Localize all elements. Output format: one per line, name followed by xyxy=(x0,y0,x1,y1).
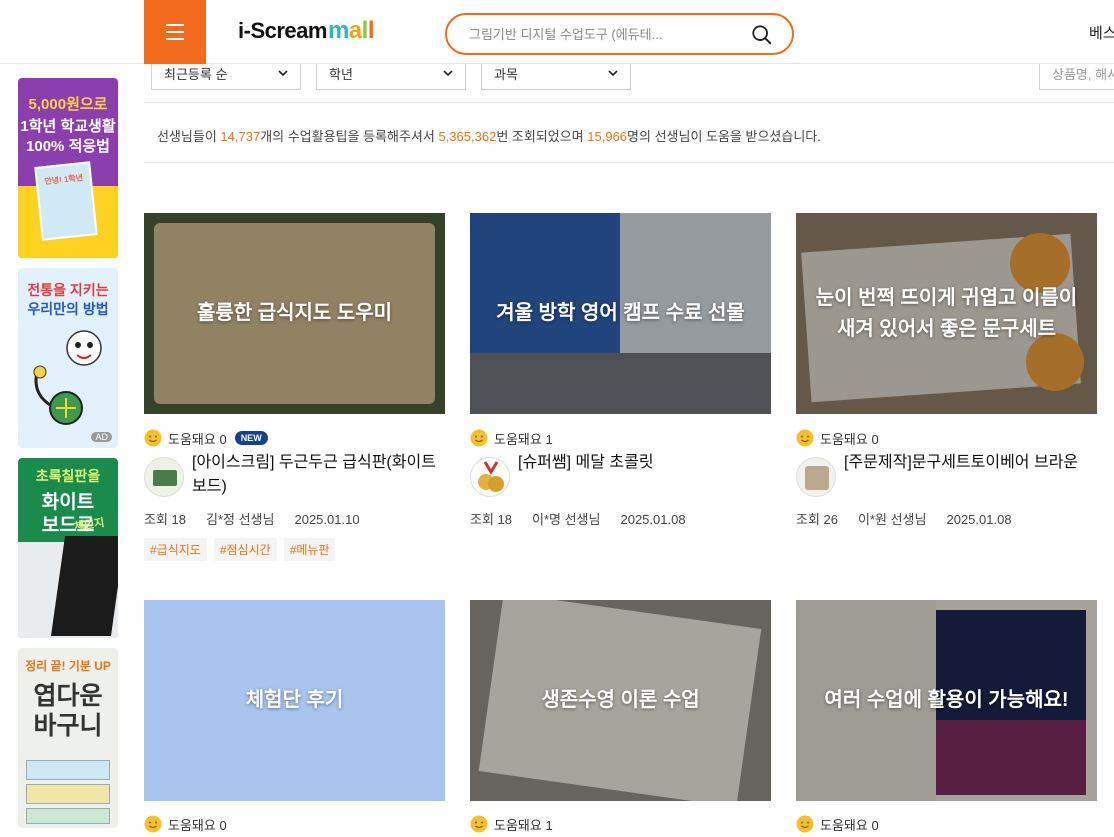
basket-image xyxy=(26,808,110,824)
banner-line: 바구니 xyxy=(33,712,103,740)
menu-icon-bar xyxy=(166,24,184,26)
thumbnail-title: 눈이 번쩍 뜨이게 귀엽고 이름이 새겨 있어서 좋은 문구세트 xyxy=(815,286,1078,340)
side-banner-tradition[interactable]: 전통을 지키는 우리만의 방법 AD xyxy=(18,268,118,448)
statistics-summary: 선생님들이 14,737개의 수업활용팁을 등록해주셔서 5,365,362번 … xyxy=(144,102,1114,163)
chevron-down-icon xyxy=(608,70,618,77)
smile-icon xyxy=(470,429,488,447)
logo-mall: mall xyxy=(327,17,375,44)
card-thumbnail[interactable]: 훌륭한 급식지도 도우미 xyxy=(144,213,445,414)
hashtag[interactable]: #메뉴판 xyxy=(283,538,336,561)
menu-icon-bar xyxy=(166,31,184,33)
helpful-count[interactable]: 도움돼요 0 xyxy=(144,814,227,834)
thumbnail-title: 겨울 방학 영어 캠프 수료 선물 xyxy=(496,302,745,324)
view-count: 5,365,362 xyxy=(438,129,497,144)
basket-image xyxy=(26,784,110,804)
card-thumbnail[interactable]: 체험단 후기 xyxy=(144,600,445,801)
banner-line: 100% 적응법 xyxy=(26,138,110,155)
tip-count: 14,737 xyxy=(220,129,261,144)
side-banner-school-life[interactable]: 5,000원으로 1학년 학교생활 100% 적응법 안녕! 1학년 xyxy=(18,78,118,258)
banner-line: 우리만의 방법 xyxy=(27,301,109,317)
banner-line: 정리 끝! 기분 UP xyxy=(25,659,111,673)
side-banner-basket[interactable]: 정리 끝! 기분 UP 엽다운 바구니 xyxy=(18,648,118,828)
tradition-craft-image xyxy=(33,330,102,425)
hashtag[interactable]: #점심시간 xyxy=(213,538,277,561)
book-image: 안녕! 1학년 xyxy=(34,161,98,241)
card-meta: 조회 26 이*원 선생님 2025.01.08 xyxy=(796,512,1012,527)
card-thumbnail[interactable]: 겨울 방학 영어 캠프 수료 선물 xyxy=(470,213,771,414)
card-thumbnail[interactable]: 여러 수업에 활용이 가능해요! xyxy=(796,600,1097,801)
banner-line: 초록칠판을 xyxy=(35,468,101,484)
search-box xyxy=(445,13,794,55)
thumbnail-title: 훌륭한 급식지도 도우미 xyxy=(196,302,393,324)
product-avatar xyxy=(470,457,510,497)
ad-badge: AD xyxy=(91,432,112,442)
site-logo[interactable]: i-Scream mall xyxy=(238,17,375,47)
banner-line: 전통을 지키는 xyxy=(27,282,109,298)
helpful-count[interactable]: 도움돼요 0 NEW xyxy=(144,428,268,448)
tag-list: #급식지도 #점심시간 #메뉴판 xyxy=(144,538,336,561)
chevron-down-icon xyxy=(278,70,288,77)
smile-icon xyxy=(144,429,162,447)
search-input[interactable] xyxy=(469,24,739,44)
thumbnail-title: 체험단 후기 xyxy=(245,689,344,711)
hamburger-menu-button[interactable] xyxy=(144,0,206,64)
banner-line: 1학년 학교생활 xyxy=(20,118,116,135)
card-thumbnail[interactable]: 생존수영 이론 수업 xyxy=(470,600,771,801)
banner-line: 화이트 xyxy=(41,492,95,513)
banner-line: 엽다운 xyxy=(33,682,103,710)
smile-icon xyxy=(796,815,814,833)
helpful-count[interactable]: 도움돼요 0 xyxy=(796,428,879,448)
helpful-count[interactable]: 도움돼요 1 xyxy=(470,814,553,834)
card-meta: 조회 18 김*정 선생님 2025.01.10 xyxy=(144,512,360,527)
thumbnail-title: 생존수영 이론 수업 xyxy=(541,689,700,711)
thumbnail-title: 여러 수업에 활용이 가능해요! xyxy=(824,689,1069,711)
chevron-down-icon xyxy=(443,70,453,77)
site-header: i-Scream mall 베스 xyxy=(0,0,1114,64)
best-nav-link[interactable]: 베스 xyxy=(1089,22,1114,43)
helpful-count[interactable]: 도움돼요 1 xyxy=(470,428,553,448)
product-avatar xyxy=(796,457,836,497)
card-thumbnail[interactable]: 눈이 번쩍 뜨이게 귀엽고 이름이 새겨 있어서 좋은 문구세트 xyxy=(796,213,1097,414)
side-banner-whiteboard[interactable]: 초록칠판을 화이트 보드로 체인지 xyxy=(18,458,118,638)
card-title[interactable]: [슈퍼쌤] 메달 초콜릿 xyxy=(518,451,768,475)
teacher-count: 15,966 xyxy=(587,129,628,144)
product-avatar xyxy=(144,457,184,497)
helpful-count[interactable]: 도움돼요 0 xyxy=(796,814,879,834)
smile-icon xyxy=(144,815,162,833)
logo-text: i-Scream xyxy=(238,18,327,43)
card-title[interactable]: [아이스크림] 두근두근 급식판(화이트보드) xyxy=(192,451,442,499)
card-meta: 조회 18 이*명 선생님 2025.01.08 xyxy=(470,512,686,527)
banner-line: 5,000원으로 xyxy=(28,96,108,113)
hashtag[interactable]: #급식지도 xyxy=(144,538,207,561)
smile-icon xyxy=(796,429,814,447)
basket-image xyxy=(26,760,110,780)
search-icon[interactable] xyxy=(751,24,773,46)
smile-icon xyxy=(470,815,488,833)
card-title[interactable]: [주문제작]문구세트토이베어 브라운 xyxy=(844,451,1094,475)
new-badge: NEW xyxy=(234,431,268,445)
menu-icon-bar xyxy=(166,38,184,40)
